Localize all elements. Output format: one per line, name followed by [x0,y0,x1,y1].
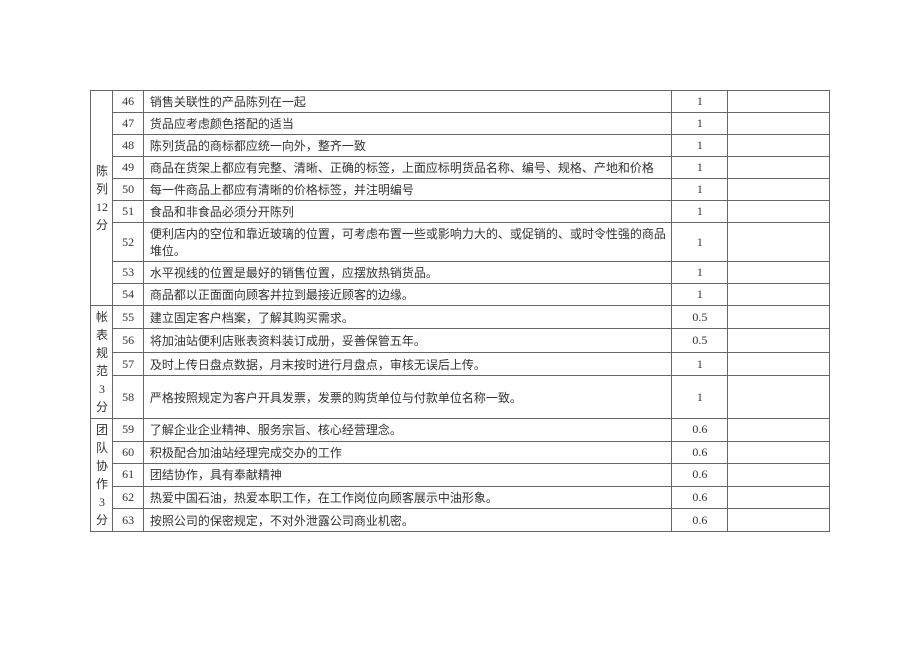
row-description: 商品都以正面面向顾客并拉到最接近顾客的边缘。 [143,284,672,306]
category-cell: 帐表规范3分 [91,306,113,419]
row-number: 55 [113,306,143,329]
row-score: 1 [672,179,728,201]
row-score: 1 [672,352,728,375]
row-number: 57 [113,352,143,375]
row-number: 59 [113,419,143,442]
row-blank [728,509,830,532]
row-score: 0.6 [672,509,728,532]
row-score: 0.5 [672,329,728,352]
table-row: 49商品在货架上都应有完整、清晰、正确的标签，上面应标明货品名称、编号、规格、产… [91,157,830,179]
row-number: 63 [113,509,143,532]
row-description: 便利店内的空位和靠近玻璃的位置，可考虑布置一些或影响力大的、或促销的、或时令性强… [143,223,672,262]
row-score: 1 [672,223,728,262]
row-description: 食品和非食品必须分开陈列 [143,201,672,223]
row-number: 47 [113,113,143,135]
row-description: 及时上传日盘点数据，月末按时进行月盘点，审核无误后上传。 [143,352,672,375]
row-number: 58 [113,376,143,419]
row-score: 1 [672,157,728,179]
category-label: 帐表规范3分 [95,308,109,416]
row-score: 1 [672,91,728,113]
table-row: 60积极配合加油站经理完成交办的工作0.6 [91,441,830,464]
table-row: 58严格按照规定为客户开具发票，发票的购货单位与付款单位名称一致。1 [91,376,830,419]
row-description: 陈列货品的商标都应统一向外，整齐一致 [143,135,672,157]
row-number: 46 [113,91,143,113]
row-blank [728,419,830,442]
row-number: 61 [113,464,143,487]
row-blank [728,329,830,352]
row-description: 销售关联性的产品陈列在一起 [143,91,672,113]
row-score: 1 [672,284,728,306]
row-number: 62 [113,486,143,509]
table-row: 62热爱中国石油，热爱本职工作，在工作岗位向顾客展示中油形象。0.6 [91,486,830,509]
row-blank [728,113,830,135]
row-number: 54 [113,284,143,306]
row-description: 积极配合加油站经理完成交办的工作 [143,441,672,464]
row-blank [728,262,830,284]
table-row: 61团结协作，具有奉献精神0.6 [91,464,830,487]
row-score: 0.5 [672,306,728,329]
row-number: 60 [113,441,143,464]
category-label: 陈列12分 [95,162,109,234]
row-blank [728,157,830,179]
row-blank [728,306,830,329]
row-blank [728,464,830,487]
row-description: 商品在货架上都应有完整、清晰、正确的标签，上面应标明货品名称、编号、规格、产地和… [143,157,672,179]
table-row: 57及时上传日盘点数据，月末按时进行月盘点，审核无误后上传。1 [91,352,830,375]
row-blank [728,284,830,306]
row-description: 了解企业企业精神、服务宗旨、核心经营理念。 [143,419,672,442]
category-cell: 陈列12分 [91,91,113,306]
table-row: 52便利店内的空位和靠近玻璃的位置，可考虑布置一些或影响力大的、或促销的、或时令… [91,223,830,262]
row-blank [728,179,830,201]
row-blank [728,91,830,113]
row-score: 1 [672,262,728,284]
row-score: 0.6 [672,464,728,487]
table-row: 47货品应考虑颜色搭配的适当1 [91,113,830,135]
row-number: 56 [113,329,143,352]
row-blank [728,223,830,262]
row-description: 团结协作，具有奉献精神 [143,464,672,487]
row-blank [728,352,830,375]
row-blank [728,441,830,464]
table-row: 50每一件商品上都应有清晰的价格标签，并注明编号1 [91,179,830,201]
table-row: 团队协作3分59了解企业企业精神、服务宗旨、核心经营理念。0.6 [91,419,830,442]
row-score: 1 [672,113,728,135]
row-number: 51 [113,201,143,223]
row-description: 货品应考虑颜色搭配的适当 [143,113,672,135]
row-description: 热爱中国石油，热爱本职工作，在工作岗位向顾客展示中油形象。 [143,486,672,509]
row-description: 按照公司的保密规定，不对外泄露公司商业机密。 [143,509,672,532]
row-score: 1 [672,376,728,419]
row-description: 建立固定客户档案，了解其购买需求。 [143,306,672,329]
row-description: 将加油站便利店账表资料装订成册，妥善保管五年。 [143,329,672,352]
row-blank [728,201,830,223]
row-score: 0.6 [672,486,728,509]
table-row: 53水平视线的位置是最好的销售位置，应摆放热销货品。1 [91,262,830,284]
table-row: 63按照公司的保密规定，不对外泄露公司商业机密。0.6 [91,509,830,532]
table-row: 56将加油站便利店账表资料装订成册，妥善保管五年。0.5 [91,329,830,352]
table-row: 51食品和非食品必须分开陈列1 [91,201,830,223]
row-blank [728,135,830,157]
evaluation-table: 陈列12分46销售关联性的产品陈列在一起147货品应考虑颜色搭配的适当148陈列… [90,90,830,532]
row-score: 0.6 [672,441,728,464]
row-score: 1 [672,201,728,223]
table-row: 48陈列货品的商标都应统一向外，整齐一致1 [91,135,830,157]
row-description: 严格按照规定为客户开具发票，发票的购货单位与付款单位名称一致。 [143,376,672,419]
row-score: 1 [672,135,728,157]
row-blank [728,376,830,419]
row-description: 水平视线的位置是最好的销售位置，应摆放热销货品。 [143,262,672,284]
row-number: 53 [113,262,143,284]
category-label: 团队协作3分 [95,421,109,529]
row-blank [728,486,830,509]
table-row: 陈列12分46销售关联性的产品陈列在一起1 [91,91,830,113]
category-cell: 团队协作3分 [91,419,113,532]
row-description: 每一件商品上都应有清晰的价格标签，并注明编号 [143,179,672,201]
row-number: 48 [113,135,143,157]
row-number: 50 [113,179,143,201]
row-number: 49 [113,157,143,179]
table-row: 帐表规范3分55建立固定客户档案，了解其购买需求。0.5 [91,306,830,329]
row-score: 0.6 [672,419,728,442]
row-number: 52 [113,223,143,262]
table-row: 54商品都以正面面向顾客并拉到最接近顾客的边缘。1 [91,284,830,306]
